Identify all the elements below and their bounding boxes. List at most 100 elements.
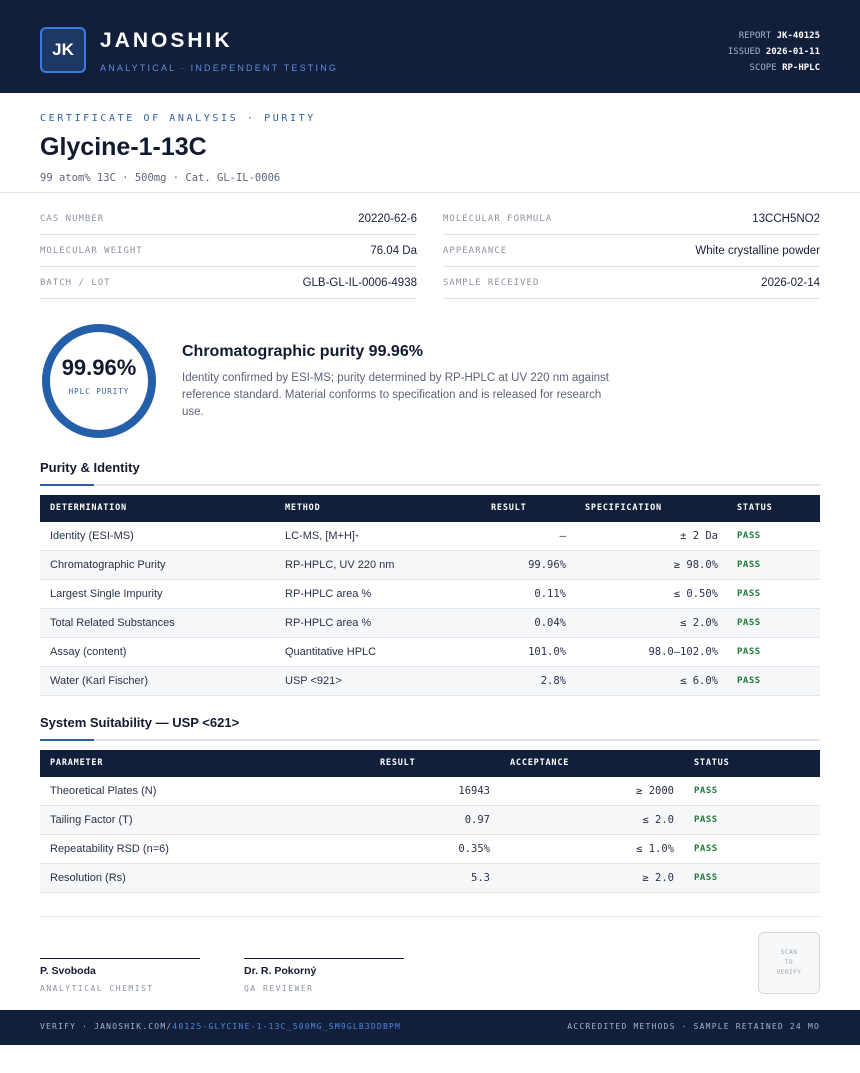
table-row: Identity (ESI-MS) LC-MS, [M+H] + – ± 2 Da PAS… <box>40 522 820 551</box>
specification-cell: ≤ 6.0% <box>680 675 718 687</box>
purity-summary-title: Chromatographic purity 99.96% <box>182 343 423 360</box>
qr-caption-line: TO <box>784 959 794 966</box>
property-value: 13CCH5NO2 <box>752 212 820 225</box>
property-batch: BATCH / LOT GLB-GL-IL-0006-4938 <box>40 267 417 299</box>
verify-qr-placeholder[interactable]: SCAN TO VERIFY <box>758 932 820 994</box>
parameter-cell: Tailing Factor (T) <box>50 814 133 826</box>
header-parameter: PARAMETER <box>50 758 104 768</box>
brand-tagline: ANALYTICAL · INDEPENDENT TESTING <box>100 63 339 73</box>
acceptance-cell: ≤ 2.0 <box>642 814 674 826</box>
method-cell: LC-MS, [M+H] + <box>285 522 359 550</box>
property-received: SAMPLE RECEIVED 2026-02-14 <box>443 267 820 299</box>
method-text: RP-HPLC area % <box>285 617 372 629</box>
status-badge: PASS <box>737 618 761 628</box>
verify-link[interactable]: 40125-GLYCINE-1-13C_500MG_SM9GLB3DDBPM <box>172 1022 401 1031</box>
method-cell: RP-HPLC area % <box>285 580 371 608</box>
table-row: Resolution (Rs) 5.3 ≥ 2.0 PASS <box>40 864 820 893</box>
header-determination: DETERMINATION <box>50 503 127 513</box>
result-cell: 0.11% <box>534 588 566 600</box>
determination-cell: Total Related Substances <box>50 617 175 629</box>
status-badge: PASS <box>737 647 761 657</box>
issued-date: 2026-01-11 <box>765 47 820 57</box>
section-title-system-suitability: System Suitability — USP <621> <box>40 715 240 730</box>
reviewer-name: Dr. R. Pokorný <box>244 965 317 977</box>
header-result: RESULT <box>380 758 416 768</box>
method-cell: USP <921> <box>285 667 342 695</box>
table-row: Largest Single Impurity RP-HPLC area % 0.1… <box>40 580 820 609</box>
specification-cell: ± 2 Da <box>680 530 718 542</box>
property-value: 2026-02-14 <box>761 276 820 289</box>
verify-prefix: VERIFY · JANOSHIK.COM/ <box>40 1022 173 1031</box>
product-subline: 99 atom% 13C · 500mg · Cat. GL-IL-0006 <box>40 172 281 184</box>
status-badge: PASS <box>737 676 761 686</box>
specification-cell: ≤ 2.0% <box>680 617 718 629</box>
method-text: RP-HPLC area % <box>285 588 372 600</box>
product-name: Glycine-1-13C <box>40 133 207 161</box>
purity-ring <box>42 324 156 438</box>
purity-table-header: DETERMINATION METHOD RESULT SPECIFICATIO… <box>40 495 820 522</box>
report-footer: VERIFY · JANOSHIK.COM/40125-GLYCINE-1-13… <box>0 1010 860 1045</box>
table-row: Assay (content) Quantitative HPLC 101.0% 98… <box>40 638 820 667</box>
signatory-role: ANALYTICAL CHEMIST <box>40 984 154 993</box>
property-value: 76.04 Da <box>370 244 417 257</box>
result-cell: 5.3 <box>471 872 490 884</box>
result-cell: – <box>559 530 566 542</box>
determination-cell: Assay (content) <box>50 646 127 658</box>
report-header: JK JANOSHIK ANALYTICAL · INDEPENDENT TES… <box>0 0 860 93</box>
acceptance-cell: ≤ 1.0% <box>636 843 674 855</box>
property-formula: MOLECULAR FORMULA 13CCH5NO2 <box>443 203 820 235</box>
method-cell: Quantitative HPLC <box>285 638 376 666</box>
parameter-cell: Repeatability RSD (n=6) <box>50 843 169 855</box>
header-specification: SPECIFICATION <box>585 503 662 513</box>
property-label: CAS NUMBER <box>40 213 105 224</box>
report-label: REPORT <box>738 31 772 41</box>
result-cell: 16943 <box>458 785 490 797</box>
property-label: BATCH / LOT <box>40 277 111 288</box>
purity-label: HPLC PURITY <box>68 387 130 396</box>
qr-caption: SCAN TO VERIFY <box>769 948 809 978</box>
status-badge: PASS <box>737 560 761 570</box>
method-text: Quantitative HPLC <box>285 646 377 658</box>
table-row: Total Related Substances RP-HPLC area % 0.… <box>40 609 820 638</box>
reviewer-role: QA REVIEWER <box>244 984 314 993</box>
status-badge: PASS <box>737 531 761 541</box>
property-appearance: APPEARANCE White crystalline powder <box>443 235 820 267</box>
method-cell: RP-HPLC, UV 220 nm <box>285 551 394 579</box>
footer-note: ACCREDITED METHODS · SAMPLE RETAINED 24 … <box>567 1022 820 1031</box>
purity-ring-fill <box>42 324 156 438</box>
suitability-table-header: PARAMETER RESULT ACCEPTANCE STATUS <box>40 750 820 777</box>
table-row: Repeatability RSD (n=6) 0.35% ≤ 1.0% PASS <box>40 835 820 864</box>
section-rule <box>40 484 820 486</box>
result-cell: 0.35% <box>458 843 490 855</box>
determination-cell: Identity (ESI-MS) <box>50 530 134 542</box>
table-row: Chromatographic Purity RP-HPLC, UV 220 nm… <box>40 551 820 580</box>
acceptance-cell: ≥ 2.0 <box>642 872 674 884</box>
result-cell: 0.04% <box>534 617 566 629</box>
determination-cell: Largest Single Impurity <box>50 588 163 600</box>
method-cell: RP-HPLC area % <box>285 609 371 637</box>
determination-cell: Water (Karl Fischer) <box>50 675 148 687</box>
section-title-purity-identity: Purity & Identity <box>40 460 140 475</box>
specification-cell: 98.0–102.0% <box>648 646 718 658</box>
section-rule-accent <box>40 484 94 486</box>
header-status: STATUS <box>737 503 773 513</box>
table-row: Tailing Factor (T) 0.97 ≤ 2.0 PASS <box>40 806 820 835</box>
table-row: Theoretical Plates (N) 16943 ≥ 2000 PASS <box>40 777 820 806</box>
verify-text: VERIFY · JANOSHIK.COM/40125-GLYCINE-1-13… <box>40 1022 401 1031</box>
report-number: JK-40125 <box>776 31 820 41</box>
signatory-name: P. Svoboda <box>40 965 96 977</box>
property-value: 20220-62-6 <box>358 212 417 225</box>
status-badge: PASS <box>694 815 718 825</box>
signature-divider <box>40 916 820 917</box>
document-type: CERTIFICATE OF ANALYSIS · PURITY <box>40 113 316 124</box>
header-status: STATUS <box>694 758 730 768</box>
specification-cell: ≥ 98.0% <box>673 559 718 571</box>
property-label: MOLECULAR FORMULA <box>443 213 553 224</box>
property-mw: MOLECULAR WEIGHT 76.04 Da <box>40 235 417 267</box>
result-cell: 0.97 <box>464 814 490 826</box>
method-superscript: + <box>354 532 360 540</box>
status-badge: PASS <box>694 844 718 854</box>
property-cas: CAS NUMBER 20220-62-6 <box>40 203 417 235</box>
brand-name: JANOSHIK <box>100 29 233 52</box>
qr-caption-line: SCAN <box>780 949 798 956</box>
